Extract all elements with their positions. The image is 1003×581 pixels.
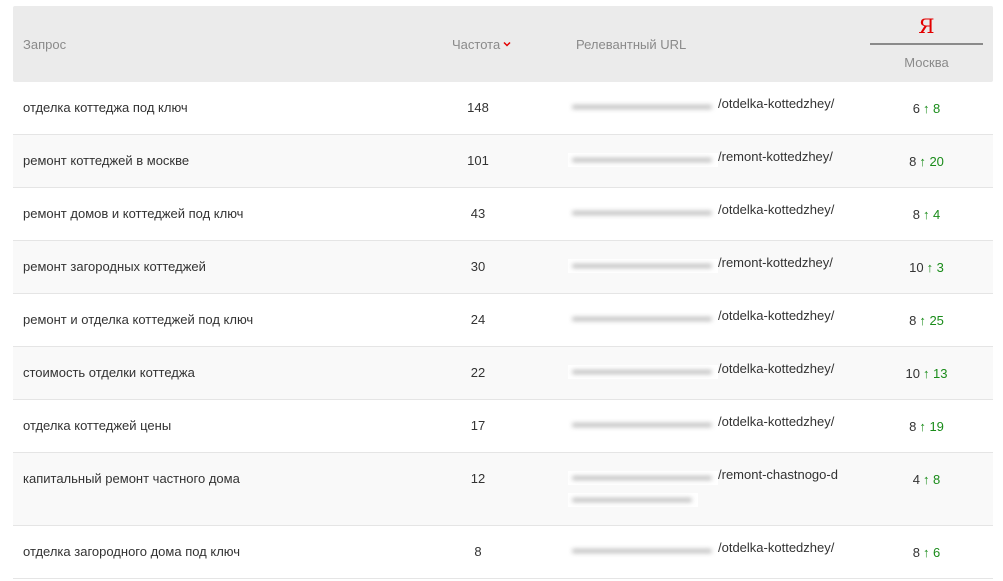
position-change: ↑ 20 (919, 154, 944, 169)
query-cell: ремонт загородных коттеджей (23, 259, 206, 274)
url-cell[interactable]: /otdelka-kottedzhey/ (568, 361, 868, 385)
table-row: ремонт коттеджей в москве 101 /remont-ko… (13, 135, 993, 188)
position-value: 10 (909, 260, 924, 275)
column-header-url: Релевантный URL (576, 37, 687, 52)
column-header-frequency[interactable]: Частота (452, 37, 511, 53)
blurred-domain (568, 493, 698, 507)
query-cell: ремонт и отделка коттеджей под ключ (23, 312, 254, 327)
frequency-cell: 30 (470, 259, 486, 274)
position-cell: 8 ↑ 19 (870, 419, 983, 435)
position-cell: 8 ↑ 25 (870, 313, 983, 329)
url-cell[interactable]: /otdelka-kottedzhey/ (568, 202, 868, 226)
table-row: ремонт домов и коттеджей под ключ 43 /ot… (13, 188, 993, 241)
position-cell: 8 ↑ 20 (870, 154, 983, 170)
position-change: ↑ 13 (922, 366, 948, 381)
position-change: ↑ 3 (926, 260, 944, 275)
url-cell[interactable]: /remont-kottedzhey/ (568, 255, 868, 279)
frequency-cell: 101 (467, 153, 489, 168)
blurred-domain (568, 100, 718, 114)
blurred-domain (568, 206, 718, 220)
table-row: отделка загородного дома под ключ 8 /otd… (13, 526, 993, 579)
url-path[interactable]: /otdelka-kottedzhey/ (718, 540, 834, 556)
frequency-cell: 148 (467, 100, 489, 115)
position-cell: 8 ↑ 6 (870, 545, 983, 561)
url-cell[interactable]: /otdelka-kottedzhey/ (568, 414, 868, 438)
url-path[interactable]: /otdelka-kottedzhey/ (718, 202, 834, 218)
url-cell[interactable]: /otdelka-kottedzhey/ (568, 96, 868, 120)
blurred-domain (568, 471, 718, 485)
keyword-positions-table: Запрос Частота Релевантный URL Я Москва … (13, 6, 993, 579)
table-header: Запрос Частота Релевантный URL Я Москва (13, 6, 993, 82)
blurred-domain (568, 365, 718, 379)
frequency-cell: 22 (470, 365, 486, 380)
query-cell: отделка коттеджей цены (23, 418, 172, 433)
region-label: Москва (904, 55, 949, 70)
table-row: капитальный ремонт частного дома 12 /rem… (13, 453, 993, 526)
query-cell: отделка загородного дома под ключ (23, 544, 241, 559)
frequency-cell: 17 (470, 418, 486, 433)
frequency-cell: 24 (470, 312, 486, 327)
position-change: ↑ 25 (919, 313, 944, 328)
url-cell[interactable]: /remont-chastnogo-d (568, 467, 868, 513)
url-path[interactable]: /otdelka-kottedzhey/ (718, 414, 834, 430)
position-change: ↑ 8 (922, 101, 941, 116)
position-value: 8 (912, 207, 920, 222)
blurred-domain (568, 259, 718, 273)
url-cell[interactable]: /otdelka-kottedzhey/ (568, 540, 868, 564)
position-value: 8 (909, 419, 917, 434)
column-header-region: Я Москва (870, 6, 983, 82)
query-cell: капитальный ремонт частного дома (23, 471, 240, 486)
blurred-domain (568, 153, 718, 167)
position-cell: 10 ↑ 3 (870, 260, 983, 276)
table-row: стоимость отделки коттеджа 22 /otdelka-k… (13, 347, 993, 400)
url-path[interactable]: /remont-chastnogo-d (718, 467, 838, 483)
blurred-domain (568, 544, 718, 558)
position-value: 10 (905, 366, 920, 381)
position-change: ↑ 6 (922, 545, 941, 560)
table-row: отделка коттеджей цены 17 /otdelka-kotte… (13, 400, 993, 453)
frequency-cell: 43 (470, 206, 486, 221)
url-path[interactable]: /remont-kottedzhey/ (718, 255, 833, 271)
position-cell: 4 ↑ 8 (870, 472, 983, 488)
url-cell[interactable]: /remont-kottedzhey/ (568, 149, 868, 173)
position-cell: 8 ↑ 4 (870, 207, 983, 223)
url-path[interactable]: /otdelka-kottedzhey/ (718, 361, 834, 377)
position-value: 6 (912, 101, 920, 116)
yandex-logo-icon: Я (918, 14, 935, 38)
table-row: ремонт загородных коттеджей 30 /remont-k… (13, 241, 993, 294)
frequency-label: Частота (452, 37, 501, 52)
blurred-domain (568, 418, 718, 432)
url-path[interactable]: /otdelka-kottedzhey/ (718, 96, 834, 112)
position-change: ↑ 8 (922, 472, 941, 487)
url-path[interactable]: /remont-kottedzhey/ (718, 149, 833, 165)
position-cell: 10 ↑ 13 (870, 366, 983, 382)
position-value: 8 (912, 545, 920, 560)
header-divider (870, 43, 983, 45)
query-cell: ремонт домов и коттеджей под ключ (23, 206, 244, 221)
position-change: ↑ 4 (922, 207, 941, 222)
blurred-domain (568, 312, 718, 326)
position-change: ↑ 19 (919, 419, 944, 434)
table-row: отделка коттеджа под ключ 148 /otdelka-k… (13, 82, 993, 135)
frequency-cell: 8 (474, 544, 482, 559)
url-cell[interactable]: /otdelka-kottedzhey/ (568, 308, 868, 332)
query-cell: ремонт коттеджей в москве (23, 153, 190, 168)
table-row: ремонт и отделка коттеджей под ключ 24 /… (13, 294, 993, 347)
url-path[interactable]: /otdelka-kottedzhey/ (718, 308, 834, 324)
position-value: 4 (912, 472, 920, 487)
position-value: 8 (909, 154, 917, 169)
position-value: 8 (909, 313, 917, 328)
query-cell: стоимость отделки коттеджа (23, 365, 195, 380)
query-cell: отделка коттеджа под ключ (23, 100, 188, 115)
position-cell: 6 ↑ 8 (870, 101, 983, 117)
sort-desc-icon[interactable] (503, 40, 511, 48)
frequency-cell: 12 (470, 471, 486, 486)
column-header-query: Запрос (23, 37, 67, 52)
